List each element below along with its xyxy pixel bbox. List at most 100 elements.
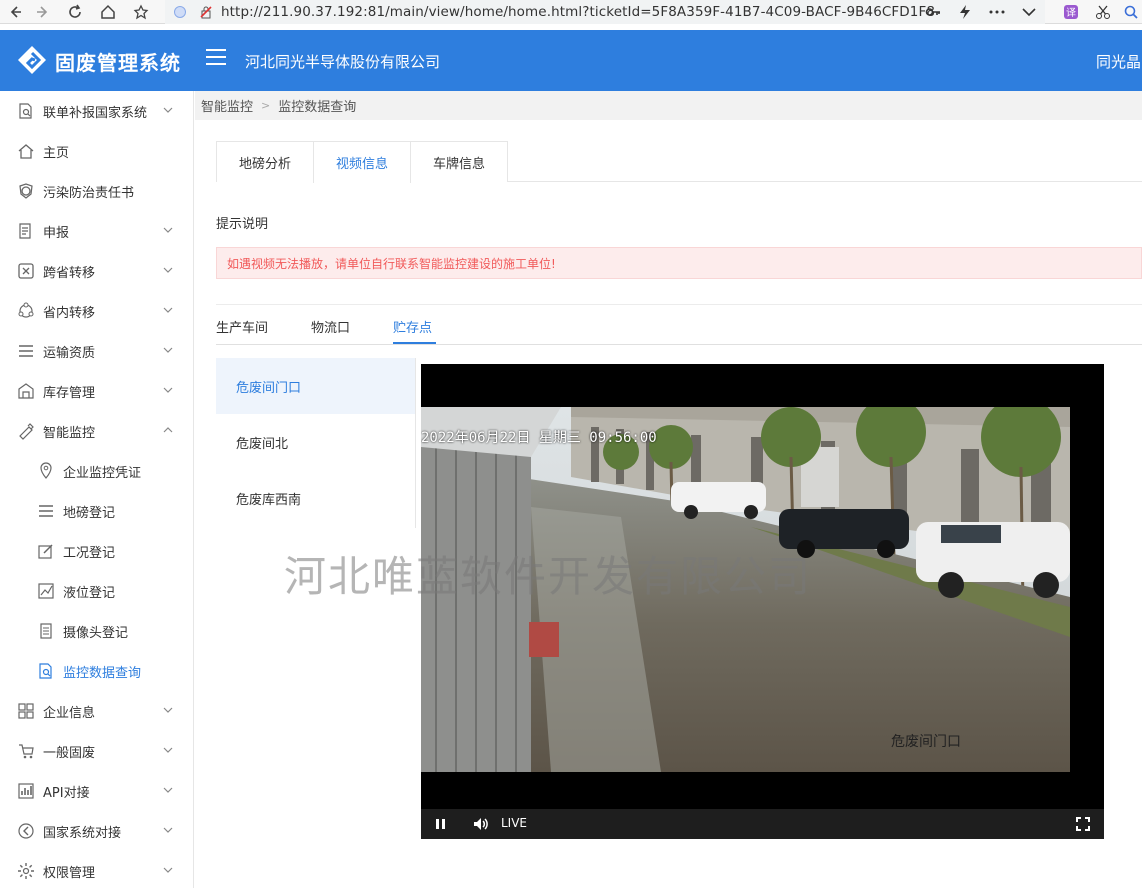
camera-item[interactable]: 危废库西南 <box>216 470 415 526</box>
tab-bar: 地磅分析 视频信息 车牌信息 <box>216 141 1142 183</box>
sidebar-item[interactable]: 工况登记 <box>0 531 193 571</box>
list-icon <box>16 341 36 361</box>
camera-list: 危废间门口 危废间北 危废库西南 <box>216 358 416 528</box>
chevron-down-icon <box>163 267 173 273</box>
edit-icon <box>36 541 56 561</box>
subtab-storage[interactable]: 贮存点 <box>393 317 432 336</box>
breadcrumb: 智能监控 > 监控数据查询 <box>195 91 1142 120</box>
forward-icon[interactable] <box>30 0 56 24</box>
cycle-icon <box>16 301 36 321</box>
sidebar-item-label: 联单补报国家系统 <box>43 105 148 121</box>
sidebar-item[interactable]: 摄像头登记 <box>0 611 193 651</box>
tab-weighbridge-analysis[interactable]: 地磅分析 <box>216 141 314 182</box>
sidebar-item-label: 摄像头登记 <box>63 625 129 641</box>
sidebar-item[interactable]: 权限管理 <box>0 851 193 888</box>
address-bar[interactable]: http://211.90.37.192:81/main/view/home/h… <box>165 0 1045 24</box>
app-header: 固废管理系统 河北同光半导体股份有限公司 同光晶 <box>0 30 1142 91</box>
video-player[interactable]: 2022年06月22日 星期三 09:56:00 危废间门口 LIVE <box>421 364 1104 839</box>
lightning-icon[interactable] <box>952 0 978 24</box>
company-name: 河北同光半导体股份有限公司 <box>245 53 441 71</box>
sidebar-item-label: 智能监控 <box>43 425 96 441</box>
subtab-logistics[interactable]: 物流口 <box>311 317 350 336</box>
cross-box-icon <box>16 261 36 281</box>
user-name[interactable]: 同光晶 <box>1096 51 1141 72</box>
camera-scene-image <box>421 407 1070 772</box>
url-text[interactable]: http://211.90.37.192:81/main/view/home/h… <box>221 4 935 20</box>
sidebar-item-label: 跨省转移 <box>43 265 96 281</box>
chevron-down-icon <box>163 227 173 233</box>
sidebar-item[interactable]: 主页 <box>0 131 193 171</box>
dropdown-icon[interactable] <box>1016 0 1042 24</box>
grid-icon <box>16 701 36 721</box>
active-tab-indicator <box>393 342 436 344</box>
breadcrumb-item: 监控数据查询 <box>278 100 357 115</box>
sidebar-item[interactable]: 智能监控 <box>0 411 193 451</box>
translate-extension-icon[interactable]: 译 <box>1058 0 1084 24</box>
sidebar-item-label: 工况登记 <box>63 545 116 561</box>
sidebar-item[interactable]: 国家系统对接 <box>0 811 193 851</box>
warehouse-icon <box>16 381 36 401</box>
home-icon <box>16 141 36 161</box>
sidebar-item[interactable]: 企业监控凭证 <box>0 451 193 491</box>
location-tabs: 生产车间 物流口 贮存点 <box>216 305 1142 345</box>
osd-camera-name: 危废间门口 <box>891 734 961 750</box>
sidebar-item-label: 国家系统对接 <box>43 825 122 841</box>
sidebar-item-label: 权限管理 <box>43 865 96 881</box>
not-secure-icon[interactable] <box>199 5 213 19</box>
sidebar-item-label: 库存管理 <box>43 385 96 401</box>
sidebar-item[interactable]: 运输资质 <box>0 331 193 371</box>
circle-arrow-icon <box>16 821 36 841</box>
more-icon[interactable] <box>984 0 1010 24</box>
menu-toggle-icon[interactable] <box>206 49 226 65</box>
key-icon[interactable] <box>920 0 946 24</box>
sidebar-item[interactable]: 污染防治责任书 <box>0 171 193 211</box>
sidebar-item[interactable]: 跨省转移 <box>0 251 193 291</box>
reload-icon[interactable] <box>62 0 88 24</box>
sidebar-item[interactable]: 企业信息 <box>0 691 193 731</box>
sidebar-item[interactable]: 监控数据查询 <box>0 651 193 691</box>
bar-chart-icon <box>16 781 36 801</box>
pause-icon[interactable] <box>433 816 449 832</box>
scissors-icon[interactable] <box>1090 0 1116 24</box>
sidebar-item[interactable]: 一般固废 <box>0 731 193 771</box>
sidebar-item[interactable]: 申报 <box>0 211 193 251</box>
sidebar-item-label: 污染防治责任书 <box>43 185 135 201</box>
location-icon <box>36 461 56 481</box>
sidebar-item-label: 主页 <box>43 145 70 161</box>
chevron-down-icon <box>163 387 173 393</box>
chevron-down-icon <box>163 347 173 353</box>
volume-icon[interactable] <box>472 816 488 832</box>
chevron-down-icon <box>163 827 173 833</box>
sidebar-item[interactable]: API对接 <box>0 771 193 811</box>
chevron-down-icon <box>163 707 173 713</box>
sidebar-item[interactable]: 省内转移 <box>0 291 193 331</box>
list-icon <box>36 501 56 521</box>
sidebar-item-label: 运输资质 <box>43 345 96 361</box>
tab-plate-info[interactable]: 车牌信息 <box>410 141 508 182</box>
back-icon[interactable] <box>2 0 28 24</box>
subtab-workshop[interactable]: 生产车间 <box>216 317 268 336</box>
sidebar-item-label: 申报 <box>43 225 70 241</box>
breadcrumb-item[interactable]: 智能监控 <box>201 96 253 115</box>
sidebar-item[interactable]: 库存管理 <box>0 371 193 411</box>
camera-item[interactable]: 危废间门口 <box>216 358 415 414</box>
sidebar-item-label: 一般固废 <box>43 745 96 761</box>
medal-icon <box>16 181 36 201</box>
chevron-up-icon <box>163 427 173 433</box>
sidebar-item[interactable]: 地磅登记 <box>0 491 193 531</box>
sidebar-item[interactable]: 联单补报国家系统 <box>0 91 193 131</box>
hint-title: 提示说明 <box>216 217 269 232</box>
svg-text:译: 译 <box>1066 7 1076 19</box>
camera-item[interactable]: 危废间北 <box>216 414 415 470</box>
sidebar-item[interactable]: 液位登记 <box>0 571 193 611</box>
browser-toolbar: http://211.90.37.192:81/main/view/home/h… <box>0 0 1142 24</box>
fullscreen-icon[interactable] <box>1075 816 1091 832</box>
tab-video-info[interactable]: 视频信息 <box>313 141 411 183</box>
sidebar: 联单补报国家系统 主页污染防治责任书 申报跨省转移省内转移运输资质库存管理智能监控企… <box>0 91 194 888</box>
gear-icon <box>16 861 36 881</box>
sidebar-item-label: 液位登记 <box>63 585 116 601</box>
home-browser-icon[interactable] <box>95 0 121 24</box>
search-icon[interactable] <box>1118 0 1142 24</box>
document-search-icon <box>16 101 36 121</box>
favorites-icon[interactable] <box>128 0 154 24</box>
